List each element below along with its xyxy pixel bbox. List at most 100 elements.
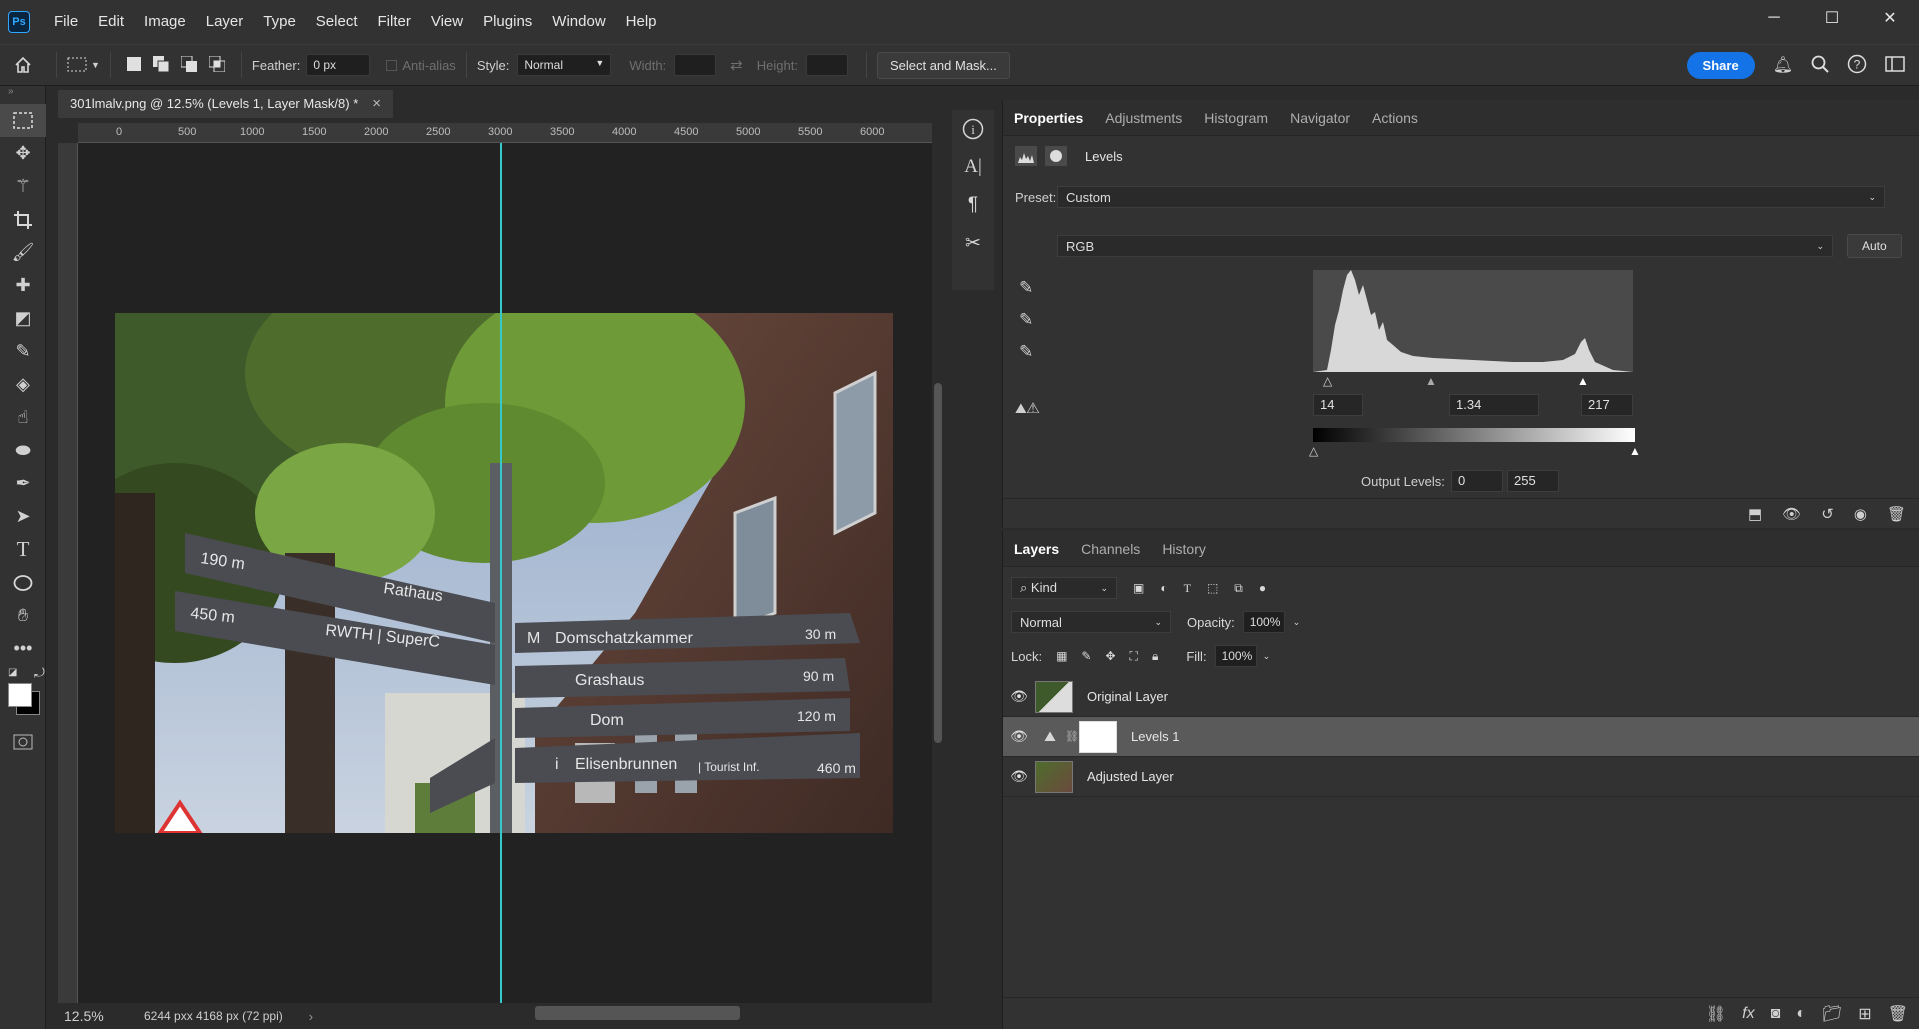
opacity-input[interactable]: 100% [1242,611,1285,633]
clip-to-layer-icon[interactable]: ⬒ [1748,505,1762,523]
dodge-tool-icon[interactable]: ⬬ [0,434,46,467]
link-icon[interactable]: ⛓︎ [1065,730,1079,743]
menu-help[interactable]: Help [616,0,667,44]
color-swatches[interactable]: ◪ ⤾ [0,665,45,725]
width-input[interactable] [674,54,717,76]
lock-all-icon[interactable]: 🔒︎ [1152,649,1158,664]
menu-file[interactable]: File [44,0,88,44]
hand-tool-icon[interactable]: ✋︎ [0,599,46,632]
reset-icon[interactable]: ↺ [1821,505,1834,523]
input-white-field[interactable]: 217 [1581,394,1633,416]
notification-bell-icon[interactable]: 🔔︎ [1773,55,1793,75]
menu-image[interactable]: Image [134,0,196,44]
paint-bucket-tool-icon[interactable]: ◈ [0,368,46,401]
swap-colors-icon[interactable]: ⤾ [34,665,45,681]
menu-select[interactable]: Select [306,0,368,44]
visibility-icon[interactable]: ◉ [1854,505,1867,523]
menu-layer[interactable]: Layer [196,0,254,44]
tab-history[interactable]: History [1151,531,1217,567]
menu-edit[interactable]: Edit [88,0,134,44]
gamma-input-slider[interactable]: ▲ [1425,374,1437,388]
tab-channels[interactable]: Channels [1070,531,1151,567]
workspace-icon[interactable] [1885,55,1905,76]
marquee-preset-icon[interactable]: ▼ [67,57,100,73]
tab-actions[interactable]: Actions [1361,100,1429,136]
tab-properties[interactable]: Properties [1003,100,1094,136]
brush-tool-icon[interactable]: 🖌︎ [0,236,46,269]
select-and-mask-button[interactable]: Select and Mask... [876,51,1010,79]
fill-dropdown-icon[interactable]: ⌄ [1263,651,1271,662]
new-layer-icon[interactable]: ⊞ [1858,1004,1871,1024]
tab-histogram[interactable]: Histogram [1193,100,1279,136]
status-expand-icon[interactable]: › [309,1009,313,1024]
ellipse-tool-icon[interactable] [0,566,46,599]
eraser-tool-icon[interactable]: ◩ [0,302,46,335]
type-tool-icon[interactable]: T [0,533,46,566]
levels-adjustment-icon[interactable] [1015,146,1037,166]
input-gamma-field[interactable]: 1.34 [1449,394,1539,416]
add-selection-icon[interactable] [152,55,170,75]
default-colors-icon[interactable]: ◪ [8,667,17,678]
healing-brush-tool-icon[interactable]: ✚ [0,269,46,302]
preset-select[interactable]: Custom ⌄ [1057,186,1885,208]
path-selection-tool-icon[interactable]: ➤ [0,500,46,533]
fill-input[interactable]: 100% [1214,645,1257,667]
blend-mode-select[interactable]: Normal ⌄ [1011,611,1171,633]
tab-navigator[interactable]: Navigator [1279,100,1361,136]
tab-adjustments[interactable]: Adjustments [1094,100,1193,136]
menu-type[interactable]: Type [253,0,306,44]
lock-transparency-icon[interactable]: ▦ [1056,649,1067,663]
white-output-slider[interactable]: ▲ [1629,444,1641,458]
pen-tool-icon[interactable]: ✒︎ [0,467,46,500]
menu-view[interactable]: View [421,0,473,44]
intersect-selection-icon[interactable] [208,55,226,75]
black-point-eyedropper-icon[interactable]: ✎ [1019,278,1033,298]
view-previous-state-icon[interactable]: 👁︎ [1782,505,1801,523]
new-group-icon[interactable]: 📁︎ [1822,1004,1842,1024]
lock-pixels-icon[interactable]: ✎ [1081,649,1091,663]
feather-input[interactable]: 0 px [306,54,371,76]
filter-toggle-icon[interactable]: ● [1259,581,1266,595]
delete-layer-icon[interactable]: 🗑︎ [1888,1004,1908,1024]
filter-shape-icon[interactable]: ⬚ [1207,581,1218,595]
height-input[interactable] [805,54,848,76]
search-icon[interactable] [1811,55,1829,76]
visibility-eye-icon[interactable]: 👁︎ [1003,728,1035,745]
maximize-button[interactable]: ☐ [1803,0,1861,36]
character-icon[interactable]: A| [952,148,994,186]
subtract-selection-icon[interactable] [180,55,197,75]
foreground-color-swatch[interactable] [8,683,32,707]
horizontal-scrollbar[interactable] [352,1006,922,1020]
share-button[interactable]: Share [1686,51,1755,79]
canvas-guide-line[interactable] [500,143,502,1003]
visibility-eye-icon[interactable]: 👁︎ [1003,768,1035,785]
menu-filter[interactable]: Filter [368,0,421,44]
layer-row[interactable]: 👁︎ Adjusted Layer [1003,757,1919,797]
move-tool-icon[interactable]: ✥ [0,137,46,170]
white-input-slider[interactable]: ▲ [1577,374,1589,388]
auto-button[interactable]: Auto [1847,234,1902,258]
new-selection-icon[interactable] [126,56,141,74]
close-tab-icon[interactable]: × [372,90,381,118]
minimize-button[interactable]: ─ [1745,0,1803,36]
collapse-icon[interactable]: » [0,86,45,104]
paragraph-icon[interactable]: ¶ [952,186,994,224]
layer-row[interactable]: 👁︎ ⛰︎ ⛓︎ Levels 1 [1003,717,1919,757]
link-layers-icon[interactable]: ⛓︎ [1706,1004,1726,1024]
black-output-slider[interactable]: △ [1309,444,1318,458]
swap-icon[interactable]: ⇄ [730,56,743,74]
more-tools-icon[interactable]: ••• [0,632,46,665]
filter-adjustment-icon[interactable]: ◐ [1160,581,1167,595]
output-white-field[interactable]: 255 [1507,470,1559,492]
layer-mask-thumbnail[interactable] [1079,720,1117,753]
delete-icon[interactable]: 🗑︎ [1887,505,1906,523]
smudge-tool-icon[interactable]: ☝︎ [0,401,46,434]
fx-icon[interactable]: fx [1742,1005,1754,1023]
input-black-field[interactable]: 14 [1313,394,1363,416]
crop-tool-icon[interactable] [0,203,46,236]
eyedropper-tool-icon[interactable]: ✎ [0,335,46,368]
rectangular-marquee-tool-icon[interactable] [0,104,46,137]
style-select[interactable]: Normal ▼ [517,54,612,76]
quick-mask-icon[interactable] [0,725,46,758]
filter-type-icon[interactable]: T [1184,581,1191,596]
